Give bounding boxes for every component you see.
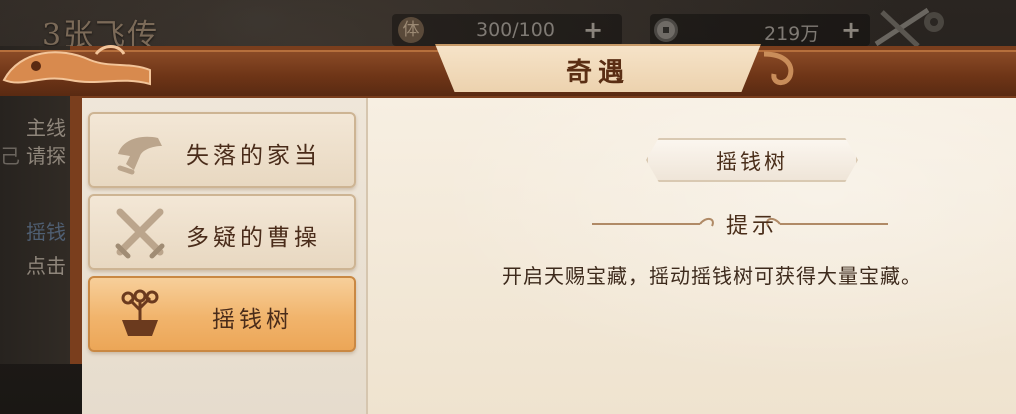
adventure-item-suspicious-caocao[interactable]: 多疑的曹操 xyxy=(88,194,356,270)
coin-icon xyxy=(654,18,678,42)
add-coins-button[interactable]: + xyxy=(840,18,862,42)
add-stamina-button[interactable]: + xyxy=(582,18,604,42)
stamina-icon: 体 xyxy=(398,17,424,43)
stamina-value: 300/100 xyxy=(476,19,555,41)
scroll-ornament-icon xyxy=(763,51,794,85)
crossed-swords-decoration-icon xyxy=(874,7,944,48)
money-tree-icon xyxy=(121,289,159,336)
stamina-counter: 体 300/100 + xyxy=(392,14,622,46)
adventure-item-money-tree[interactable]: 摇钱树 xyxy=(88,276,356,352)
adventure-item-lost-belongings[interactable]: 失落的家当 xyxy=(88,112,356,188)
adventure-item-label: 多疑的曹操 xyxy=(186,225,321,251)
coin-counter: 219万 + xyxy=(650,14,870,46)
adventure-name: 摇钱树 xyxy=(716,150,788,174)
hand-coin-icon xyxy=(117,136,162,175)
dragon-ornament-icon xyxy=(2,45,151,86)
coin-value: 219万 xyxy=(764,23,820,45)
hint-text: 开启天赐宝藏，摇动摇钱树可获得大量宝藏。 xyxy=(502,264,922,288)
adventure-item-label: 失落的家当 xyxy=(186,143,321,169)
adventure-item-label: 摇钱树 xyxy=(212,307,293,333)
hint-title: 提示 xyxy=(725,214,778,239)
crossed-swords-icon xyxy=(115,208,165,259)
window-title: 奇遇 xyxy=(565,58,630,88)
